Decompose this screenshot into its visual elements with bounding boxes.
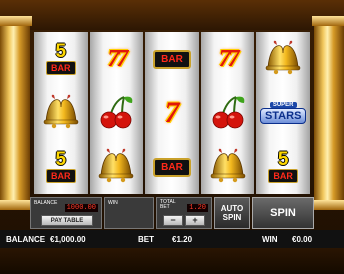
autospin-button[interactable]: AUTO SPIN bbox=[214, 197, 250, 229]
status-bar: BALANCE €1,000.00 BET €1.20 WIN €0.00 bbox=[0, 230, 344, 248]
reel-cell: 5 BAR bbox=[34, 32, 88, 86]
reel-cell bbox=[90, 86, 144, 140]
reel-4: 77 bbox=[200, 32, 255, 194]
reel-cell: 7 bbox=[145, 86, 199, 140]
spin-button[interactable]: SPIN bbox=[252, 197, 314, 229]
bell-icon bbox=[95, 147, 137, 188]
superstars-symbol: SUPER STARS bbox=[259, 102, 307, 124]
reel-1: 5 BAR 5 BAR bbox=[34, 32, 88, 194]
five-bar-number: 5 bbox=[55, 148, 67, 170]
bar-symbol: BAR bbox=[153, 157, 191, 177]
right-gold-pillar bbox=[312, 16, 344, 210]
reel-cell: 5 BAR bbox=[256, 140, 310, 194]
five-bar-symbol: 5 BAR bbox=[46, 40, 76, 75]
five-bar-number: 5 bbox=[55, 40, 67, 62]
reel-cell: 77 bbox=[90, 32, 144, 86]
bet-decrease-button[interactable]: − bbox=[163, 215, 183, 226]
bell-icon bbox=[262, 39, 304, 80]
status-balance-value: €1,000.00 bbox=[50, 235, 86, 244]
status-win-value: €0.00 bbox=[292, 235, 313, 244]
balance-digits: 1000.00 bbox=[64, 204, 98, 212]
reels-area: 5 BAR 5 BAR 77 BAR 7 BAR 77 SUPER STARS 5 BAR bbox=[34, 32, 310, 194]
reel-cell bbox=[256, 32, 310, 86]
left-gold-pillar bbox=[0, 16, 32, 210]
five-bar-number: 5 bbox=[277, 148, 289, 170]
status-balance-label: BALANCE bbox=[6, 235, 46, 244]
cherries-icon bbox=[96, 93, 136, 134]
superstars-main-label: STARS bbox=[259, 108, 307, 124]
reel-cell bbox=[201, 140, 255, 194]
reel-cell bbox=[90, 140, 144, 194]
five-bar-label: BAR bbox=[46, 168, 76, 183]
reel-2: 77 bbox=[89, 32, 144, 194]
reel-cell: 77 bbox=[201, 32, 255, 86]
double-seven-symbol: 77 bbox=[218, 46, 240, 72]
bet-increase-button[interactable]: + bbox=[185, 215, 205, 226]
reel-5: SUPER STARS 5 BAR bbox=[256, 32, 310, 194]
reel-cell: BAR bbox=[145, 32, 199, 86]
balance-label: BALANCE bbox=[34, 200, 58, 206]
five-bar-label: BAR bbox=[268, 168, 298, 183]
top-frame bbox=[0, 0, 344, 30]
double-seven-symbol: 77 bbox=[107, 46, 128, 72]
bell-icon bbox=[40, 93, 82, 134]
status-bet-value: €1.20 bbox=[172, 235, 193, 244]
reel-cell: SUPER STARS bbox=[256, 86, 310, 140]
win-display: WIN bbox=[104, 197, 154, 229]
cherries-icon bbox=[208, 93, 248, 134]
reel-cell bbox=[34, 86, 88, 140]
paytable-button[interactable]: PAY TABLE bbox=[41, 215, 93, 226]
bell-icon bbox=[207, 147, 249, 188]
bar-symbol: BAR bbox=[153, 49, 191, 69]
footer-frame bbox=[0, 248, 344, 274]
balance-display: BALANCE 1000.00 PAY TABLE bbox=[30, 197, 102, 229]
total-bet-digits: 1.20 bbox=[187, 204, 208, 212]
five-bar-label: BAR bbox=[46, 60, 76, 75]
reel-cell: BAR bbox=[145, 140, 199, 194]
status-win-label: WIN bbox=[262, 235, 278, 244]
five-bar-symbol: 5 BAR bbox=[268, 148, 298, 183]
reel-cell: 5 BAR bbox=[34, 140, 88, 194]
slot-machine: 5 BAR 5 BAR 77 BAR 7 BAR 77 SUPER STARS 5 BAR BALANC… bbox=[0, 0, 344, 274]
seven-symbol: 7 bbox=[164, 96, 180, 129]
total-bet-label: TOTAL BET bbox=[160, 199, 176, 210]
total-bet-display: TOTAL BET 1.20 − + bbox=[156, 197, 212, 229]
control-panel: BALANCE 1000.00 PAY TABLE WIN TOTAL BET … bbox=[30, 197, 314, 229]
status-bet-label: BET bbox=[138, 235, 154, 244]
win-label: WIN bbox=[108, 200, 118, 206]
five-bar-symbol: 5 BAR bbox=[46, 148, 76, 183]
reel-3: BAR 7 BAR bbox=[145, 32, 199, 194]
reel-cell bbox=[201, 86, 255, 140]
